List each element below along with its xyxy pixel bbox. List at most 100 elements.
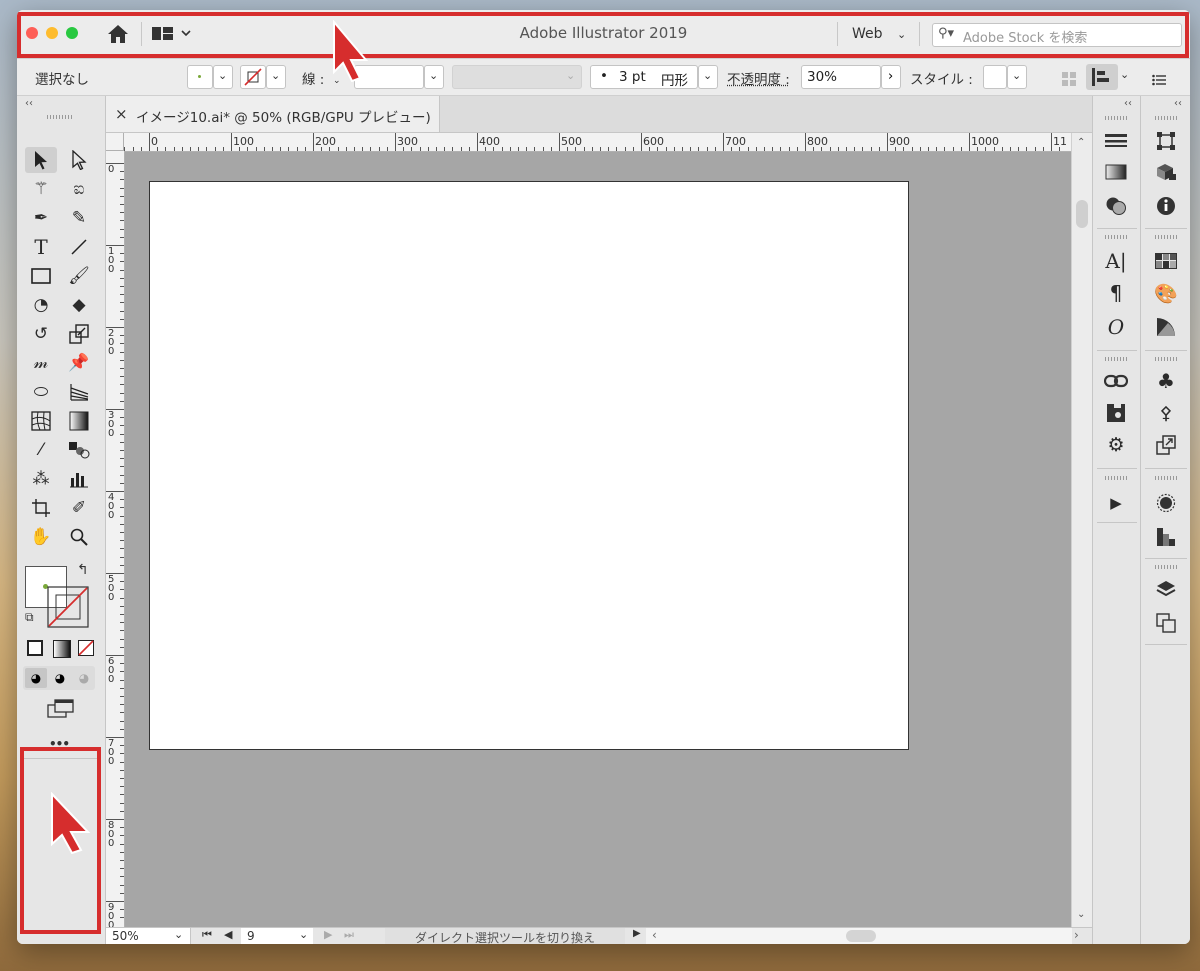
layers-panel-icon[interactable] <box>1151 576 1181 602</box>
width-tool-icon[interactable]: 𝓂 <box>25 350 57 376</box>
type-tool-icon[interactable]: T <box>25 234 57 260</box>
collapse-dock-icon[interactable]: ‹‹ <box>1174 98 1182 109</box>
column-graph-tool-icon[interactable] <box>63 466 95 492</box>
symbols-panel-icon[interactable]: ♣ <box>1151 368 1181 394</box>
paragraph-panel-icon[interactable]: ¶ <box>1101 280 1131 306</box>
color-palette-panel-icon[interactable]: 🎨 <box>1151 280 1181 306</box>
status-menu-arrow-icon[interactable]: ▶ <box>633 928 641 939</box>
transform-panel-icon[interactable] <box>1151 128 1181 154</box>
panel-group-grip[interactable] <box>1105 235 1127 239</box>
panel-group-grip[interactable] <box>1105 357 1127 361</box>
scroll-right-icon[interactable]: › <box>1074 928 1079 942</box>
horizontal-scrollbar[interactable]: ‹ › <box>646 928 1079 944</box>
shaper-tool-icon[interactable]: ◔ <box>25 292 57 318</box>
chevron-down-icon[interactable]: ⌄ <box>1120 68 1129 81</box>
swatches-panel-icon[interactable] <box>1151 248 1181 274</box>
appearance-panel-icon[interactable] <box>1151 490 1181 516</box>
actions-gear-panel-icon[interactable]: ⚙ <box>1101 432 1131 458</box>
transparency-panel-icon[interactable] <box>1101 193 1131 219</box>
artboard-tool-icon[interactable] <box>25 495 57 521</box>
grid-layout-icon[interactable] <box>1062 71 1076 90</box>
gradient-tool-icon[interactable] <box>63 408 95 434</box>
mesh-tool-icon[interactable] <box>25 408 57 434</box>
pen-tool-icon[interactable]: ✒ <box>25 205 57 231</box>
image-trace-panel-icon[interactable] <box>1101 400 1131 426</box>
previous-artboard-icon[interactable]: ◀ <box>224 928 232 941</box>
canvas-area[interactable]: 0 100 200 300 400 500 600 700 800 900 1000 11 0 100 2… <box>106 133 1081 927</box>
collapse-dock-icon[interactable]: ‹‹ <box>1124 98 1132 109</box>
opentype-panel-icon[interactable]: O <box>1101 314 1131 340</box>
vertical-ruler[interactable]: 0 100 200 300 400 500 600 700 800 900 <box>106 151 125 927</box>
horizontal-scroll-thumb[interactable] <box>846 930 876 942</box>
brush-definition[interactable]: • 3 pt 円形 <box>590 65 698 89</box>
graphic-style-dropdown[interactable]: ⌄ <box>1007 65 1027 89</box>
paintbrush-tool-icon[interactable]: 🖌 <box>63 263 95 289</box>
horizontal-ruler[interactable]: 0 100 200 300 400 500 600 700 800 900 1000 11 <box>106 133 1081 152</box>
artboard[interactable] <box>149 181 909 750</box>
eraser-tool-icon[interactable]: ◆ <box>63 292 95 318</box>
panel-group-grip[interactable] <box>1155 565 1177 569</box>
screen-mode-icon[interactable] <box>47 699 75 723</box>
toolbar-grip[interactable] <box>47 115 73 119</box>
stroke-color-box[interactable] <box>47 586 89 628</box>
selection-tool-icon[interactable] <box>25 147 57 173</box>
stroke-panel-icon[interactable] <box>1101 128 1131 154</box>
color-mode-button[interactable] <box>27 640 43 656</box>
last-artboard-icon[interactable]: ⏭ <box>344 928 354 942</box>
panel-group-grip[interactable] <box>1105 476 1127 480</box>
align-panel-button[interactable] <box>1086 64 1118 90</box>
document-tab[interactable]: × イメージ10.ai* @ 50% (RGB/GPU プレビュー) <box>106 96 440 132</box>
asset-export-panel-icon[interactable] <box>1151 432 1181 458</box>
character-panel-icon[interactable]: A| <box>1101 248 1131 274</box>
gradient-panel-icon[interactable] <box>1101 159 1131 185</box>
opacity-label[interactable]: 不透明度 : <box>727 68 790 88</box>
curvature-tool-icon[interactable]: ✎ <box>63 205 95 231</box>
none-mode-button[interactable] <box>78 640 94 656</box>
scale-tool-icon[interactable] <box>63 321 95 347</box>
graphic-styles-panel-icon[interactable] <box>1151 524 1181 550</box>
eyedropper-tool-icon[interactable]: ⁄ <box>25 437 57 463</box>
magic-wand-tool-icon[interactable]: ⚚ <box>25 176 57 202</box>
draw-inside-icon[interactable]: ◕ <box>73 668 95 688</box>
gradient-mode-button[interactable] <box>53 640 71 658</box>
close-tab-icon[interactable]: × <box>115 105 128 123</box>
first-artboard-icon[interactable]: ⏮ <box>202 928 212 942</box>
brushes-panel-icon[interactable]: ⚴ <box>1151 400 1181 426</box>
puppet-warp-tool-icon[interactable]: 📌 <box>63 350 95 376</box>
graphic-style-swatch[interactable] <box>983 65 1007 89</box>
shape-builder-tool-icon[interactable]: ⬭ <box>25 379 57 405</box>
line-segment-tool-icon[interactable] <box>63 234 95 260</box>
status-message-field[interactable]: ダイレクト選択ツールを切り換え <box>385 928 625 944</box>
lasso-tool-icon[interactable]: ಐ <box>63 176 95 202</box>
fill-swatch[interactable] <box>187 65 213 89</box>
artboard-number-field[interactable]: 9 ⌄ <box>241 928 313 944</box>
draw-normal-icon[interactable]: ◕ <box>25 668 47 688</box>
opacity-arrow-button[interactable]: › <box>881 65 901 89</box>
fill-dropdown[interactable]: ⌄ <box>213 65 233 89</box>
draw-behind-icon[interactable]: ◕ <box>49 668 71 688</box>
hand-tool-icon[interactable]: ✋ <box>25 524 57 550</box>
next-artboard-icon[interactable]: ▶ <box>324 928 332 941</box>
panel-group-grip[interactable] <box>1105 116 1127 120</box>
scroll-left-icon[interactable]: ‹ <box>652 928 657 942</box>
ruler-origin[interactable] <box>106 133 124 151</box>
stroke-dropdown[interactable]: ⌄ <box>266 65 286 89</box>
panel-menu-icon[interactable] <box>1152 71 1166 90</box>
slice-tool-icon[interactable]: ✐ <box>63 495 95 521</box>
3d-objects-panel-icon[interactable] <box>1151 159 1181 185</box>
collapse-toolbar-icon[interactable]: ‹‹ <box>25 98 33 109</box>
scroll-down-icon[interactable]: ⌄ <box>1077 909 1085 920</box>
panel-group-grip[interactable] <box>1155 357 1177 361</box>
scroll-up-icon[interactable]: ⌃ <box>1077 137 1085 148</box>
panel-group-grip[interactable] <box>1155 235 1177 239</box>
swap-fill-stroke-icon[interactable]: ↰ <box>77 562 89 578</box>
opacity-input[interactable]: 30% <box>801 65 881 89</box>
scroll-thumb[interactable] <box>1076 200 1088 228</box>
default-fill-stroke-icon[interactable]: ⧉ <box>25 610 34 625</box>
direct-selection-tool-icon[interactable] <box>63 147 95 173</box>
vertical-scrollbar[interactable]: ⌃ ⌄ <box>1071 133 1092 927</box>
links-panel-icon[interactable] <box>1101 368 1131 394</box>
rectangle-tool-icon[interactable] <box>25 263 57 289</box>
rotate-tool-icon[interactable]: ↺ <box>25 321 57 347</box>
info-panel-icon[interactable] <box>1151 193 1181 219</box>
